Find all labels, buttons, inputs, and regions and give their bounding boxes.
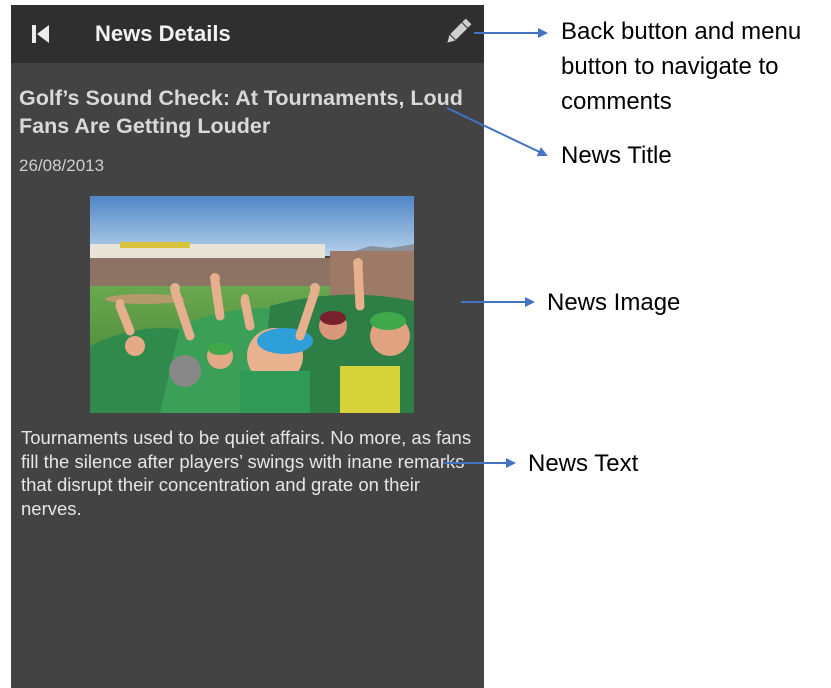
annotation-back-menu: Back button and menu button to navigate …: [561, 14, 801, 119]
title-arrow: [446, 107, 548, 157]
annotation-line: button to navigate to: [561, 53, 779, 80]
annotation-line: comments: [561, 88, 672, 115]
annotation-news-title: News Title: [561, 142, 672, 169]
annotation-line: Back button and menu: [561, 18, 802, 45]
annotation-news-text: News Text: [528, 450, 639, 477]
annotation-news-image: News Image: [547, 289, 681, 316]
